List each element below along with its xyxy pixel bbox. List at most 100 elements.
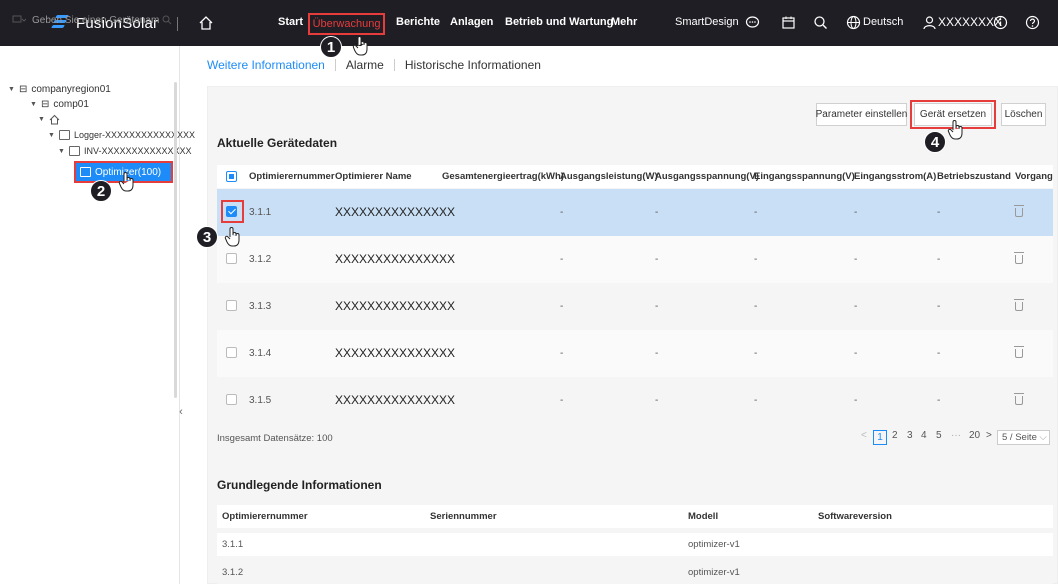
pager-page[interactable]: 5 bbox=[936, 430, 942, 441]
tree-node-logger[interactable]: ▼ Logger-XXXXXXXXXXXXXXX bbox=[48, 130, 195, 140]
cell-input-current: - bbox=[854, 207, 858, 218]
delete-button[interactable]: Löschen bbox=[1001, 103, 1046, 126]
collapse-sidebar-icon[interactable]: ‹ bbox=[176, 400, 186, 424]
device-search[interactable]: Geben Sie einen Gerätenam bbox=[12, 13, 172, 27]
pager-page[interactable]: 3 bbox=[907, 430, 913, 441]
logger-icon bbox=[58, 130, 70, 140]
col-modell: Modell bbox=[688, 511, 719, 522]
search-icon[interactable] bbox=[813, 15, 828, 30]
delete-icon[interactable] bbox=[1014, 299, 1024, 311]
col-eingangsspannung[interactable]: Eingangsspannung(V) bbox=[754, 171, 855, 182]
nav-anlagen[interactable]: Anlagen bbox=[450, 16, 493, 28]
cell-energy-yield: - bbox=[442, 207, 446, 218]
cell-number: 3.1.2 bbox=[222, 567, 244, 578]
table-row[interactable]: 3.1.1 XXXXXXXXXXXXXXX - - - - - - bbox=[217, 189, 1053, 236]
nav-ueberwachung[interactable]: Überwachung bbox=[308, 13, 385, 35]
expand-caret-icon[interactable]: ▼ bbox=[38, 116, 45, 123]
device-type-icon[interactable] bbox=[12, 15, 26, 25]
cell-optimizer-number: 3.1.5 bbox=[249, 395, 272, 406]
search-icon[interactable] bbox=[162, 15, 172, 25]
info-icon[interactable] bbox=[993, 15, 1008, 30]
delete-icon[interactable] bbox=[1014, 393, 1024, 405]
table-row[interactable]: 3.1.5 XXXXXXXXXXXXXXX - - - - - - bbox=[217, 377, 1053, 424]
pager-next[interactable]: > bbox=[986, 430, 992, 441]
row-checkbox[interactable] bbox=[226, 347, 237, 358]
row-checkbox[interactable] bbox=[226, 300, 237, 311]
basic-info-row: 3.1.1 optimizer-v1 bbox=[217, 533, 1053, 556]
pointer-hand-icon bbox=[224, 227, 240, 247]
tab-alarme[interactable]: Alarme bbox=[346, 58, 384, 72]
col-betriebszustand[interactable]: Betriebszustand bbox=[937, 171, 1011, 182]
expand-caret-icon[interactable]: ▼ bbox=[8, 86, 15, 93]
cell-running-status: - bbox=[937, 207, 941, 218]
tab-historische-informationen[interactable]: Historische Informationen bbox=[405, 58, 541, 72]
col-ausgangsspannung[interactable]: Ausgangsspannung(V) bbox=[655, 171, 759, 182]
cell-optimizer-number: 3.1.2 bbox=[249, 254, 272, 265]
step-marker: 3 bbox=[196, 226, 218, 248]
col-optimierernummer[interactable]: Optimierernummer bbox=[249, 171, 335, 182]
nav-start[interactable]: Start bbox=[278, 16, 303, 28]
nav-betrieb-wartung[interactable]: Betrieb und Wartung bbox=[505, 16, 613, 28]
search-input[interactable]: Geben Sie einen Gerätenam bbox=[32, 15, 162, 26]
pager-page-current[interactable]: 1 bbox=[873, 430, 887, 445]
delete-icon[interactable] bbox=[1014, 252, 1024, 264]
nav-mehr[interactable]: Mehr bbox=[611, 16, 637, 28]
cell-energy-yield: - bbox=[442, 395, 446, 406]
pointer-hand-icon bbox=[352, 36, 368, 56]
language-selector[interactable]: Deutsch bbox=[863, 16, 903, 28]
tab-weitere-informationen[interactable]: Weitere Informationen bbox=[207, 58, 325, 72]
cell-energy-yield: - bbox=[442, 254, 446, 265]
home-icon[interactable] bbox=[198, 15, 214, 31]
sidebar-scrollbar[interactable] bbox=[174, 82, 177, 398]
col-gesamtenergieertrag[interactable]: Gesamtenergieertrag(kWh) bbox=[442, 171, 564, 182]
tab-divider bbox=[393, 59, 395, 71]
step-marker: 2 bbox=[90, 180, 112, 202]
chat-icon[interactable] bbox=[745, 15, 760, 30]
globe-icon[interactable] bbox=[846, 15, 861, 30]
tree-node-plant[interactable]: ▼ bbox=[38, 114, 60, 125]
cell-input-voltage: - bbox=[754, 254, 758, 265]
pager-prev[interactable]: < bbox=[861, 430, 867, 441]
user-icon[interactable] bbox=[922, 15, 937, 30]
pager-ellipsis[interactable]: ··· bbox=[951, 430, 961, 441]
expand-caret-icon[interactable]: ▼ bbox=[30, 101, 37, 108]
cell-input-voltage: - bbox=[754, 348, 758, 359]
tree-node-inverter[interactable]: ▼ INV-XXXXXXXXXXXXXXX bbox=[58, 146, 192, 156]
cell-input-current: - bbox=[854, 254, 858, 265]
delete-icon[interactable] bbox=[1014, 346, 1024, 358]
expand-caret-icon[interactable]: ▼ bbox=[58, 148, 65, 155]
col-optimierer-name[interactable]: Optimierer Name bbox=[335, 171, 412, 182]
col-eingangsstrom[interactable]: Eingangsstrom(A) bbox=[854, 171, 936, 182]
row-checkbox[interactable] bbox=[226, 253, 237, 264]
cell-output-voltage: - bbox=[655, 348, 659, 359]
pager-page-last[interactable]: 20 bbox=[969, 430, 980, 441]
help-icon[interactable] bbox=[1025, 15, 1040, 30]
set-parameters-button[interactable]: Parameter einstellen bbox=[816, 103, 907, 126]
col-ausgangsleistung[interactable]: Ausgangsleistung(W) bbox=[560, 171, 658, 182]
tree-label-region: companyregion01 bbox=[31, 84, 111, 95]
tree-node-region[interactable]: ▼ ⊟ companyregion01 bbox=[8, 84, 111, 95]
smartdesign-link[interactable]: SmartDesign bbox=[675, 16, 739, 28]
pager-page[interactable]: 4 bbox=[921, 430, 927, 441]
table-row[interactable]: 3.1.4 XXXXXXXXXXXXXXX - - - - - - bbox=[217, 330, 1053, 377]
plant-home-icon bbox=[49, 114, 60, 125]
cell-running-status: - bbox=[937, 254, 941, 265]
cell-optimizer-number: 3.1.3 bbox=[249, 301, 272, 312]
table-row[interactable]: 3.1.3 XXXXXXXXXXXXXXX - - - - - - bbox=[217, 283, 1053, 330]
cell-output-power: - bbox=[560, 207, 564, 218]
pager-page[interactable]: 2 bbox=[892, 430, 898, 441]
calendar-icon[interactable] bbox=[781, 15, 796, 30]
tree-node-company[interactable]: ▼ ⊟ comp01 bbox=[30, 99, 89, 110]
col-optimierernummer: Optimierernummer bbox=[222, 511, 308, 522]
nav-berichte[interactable]: Berichte bbox=[396, 16, 440, 28]
pointer-hand-icon bbox=[118, 172, 134, 192]
page-size-select[interactable]: 5 / Seite ⌵ bbox=[997, 430, 1050, 445]
cell-running-status: - bbox=[937, 395, 941, 406]
delete-icon[interactable] bbox=[1014, 205, 1024, 217]
cell-optimizer-number: 3.1.4 bbox=[249, 348, 272, 359]
row-checkbox[interactable] bbox=[226, 394, 237, 405]
expand-caret-icon[interactable]: ▼ bbox=[48, 132, 55, 139]
cell-optimizer-name: XXXXXXXXXXXXXXX bbox=[335, 346, 456, 360]
select-all-checkbox[interactable] bbox=[226, 171, 237, 182]
table-row[interactable]: 3.1.2 XXXXXXXXXXXXXXX - - - - - - bbox=[217, 236, 1053, 283]
